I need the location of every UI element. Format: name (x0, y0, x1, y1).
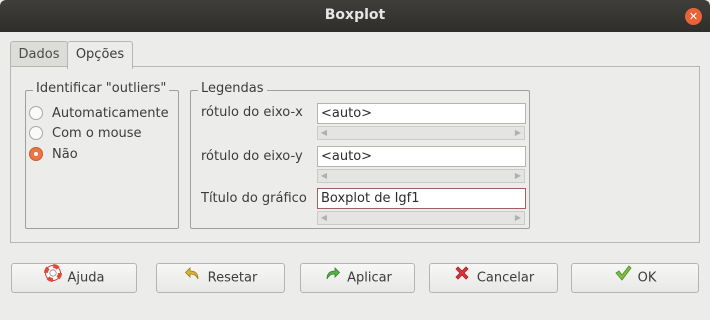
scroll-right-icon[interactable]: ▶ (512, 170, 524, 182)
window-title: Boxplot (324, 7, 386, 23)
chart-title-label: Título do gráfico (201, 191, 307, 206)
radio-indicator-checked (29, 147, 43, 161)
scroll-left-icon[interactable]: ◀ (318, 212, 330, 224)
y-axis-input[interactable]: <auto> (317, 146, 526, 167)
scroll-right-icon[interactable]: ▶ (512, 212, 524, 224)
radio-nao[interactable]: Não (29, 146, 78, 164)
x-mark-icon (453, 264, 471, 293)
y-axis-scrollbar[interactable]: ◀ ▶ (317, 169, 525, 183)
radio-label: Com o mouse (52, 126, 142, 141)
lifebuoy-icon (43, 264, 62, 293)
x-axis-scrollbar[interactable]: ◀ ▶ (317, 126, 525, 140)
scroll-right-icon[interactable]: ▶ (512, 127, 524, 139)
outliers-legend: Identificar "outliers" (33, 81, 170, 96)
close-icon[interactable]: ✕ (685, 8, 702, 25)
radio-indicator (29, 106, 43, 120)
title-bar: Boxplot ✕ (0, 0, 710, 32)
options-panel: Identificar "outliers" Automaticamente C… (10, 66, 700, 243)
scroll-left-icon[interactable]: ◀ (318, 127, 330, 139)
x-axis-label: rótulo do eixo-x (201, 105, 303, 120)
ok-label: OK (637, 270, 657, 286)
legends-group: Legendas rótulo do eixo-x <auto> ◀ ▶ rót… (190, 81, 530, 229)
cancel-label: Cancelar (476, 270, 535, 286)
radio-label: Automaticamente (52, 106, 169, 121)
radio-automaticamente[interactable]: Automaticamente (29, 105, 169, 123)
ok-button[interactable]: OK (571, 263, 699, 293)
radio-indicator (29, 126, 43, 140)
outliers-group: Identificar "outliers" Automaticamente C… (25, 81, 179, 229)
apply-button[interactable]: Aplicar (300, 263, 415, 293)
reset-button[interactable]: Resetar (156, 263, 285, 293)
radio-label: Não (52, 147, 78, 162)
radio-com-o-mouse[interactable]: Com o mouse (29, 125, 142, 143)
apply-label: Aplicar (347, 270, 392, 286)
help-button[interactable]: Ajuda (11, 263, 137, 293)
redo-arrow-icon (323, 264, 341, 293)
undo-arrow-icon (184, 264, 202, 293)
chart-title-input[interactable]: Boxplot de Igf1 (317, 188, 526, 209)
tab-dados[interactable]: Dados (10, 41, 68, 67)
reset-label: Resetar (207, 270, 258, 286)
help-label: Ajuda (67, 270, 105, 286)
legends-legend: Legendas (198, 81, 267, 96)
scroll-left-icon[interactable]: ◀ (318, 170, 330, 182)
check-mark-icon (614, 264, 632, 293)
y-axis-label: rótulo do eixo-y (201, 149, 303, 164)
tab-opcoes[interactable]: Opções (67, 41, 133, 69)
chart-title-scrollbar[interactable]: ◀ ▶ (317, 211, 525, 225)
cancel-button[interactable]: Cancelar (429, 263, 558, 293)
x-axis-input[interactable]: <auto> (317, 103, 526, 124)
